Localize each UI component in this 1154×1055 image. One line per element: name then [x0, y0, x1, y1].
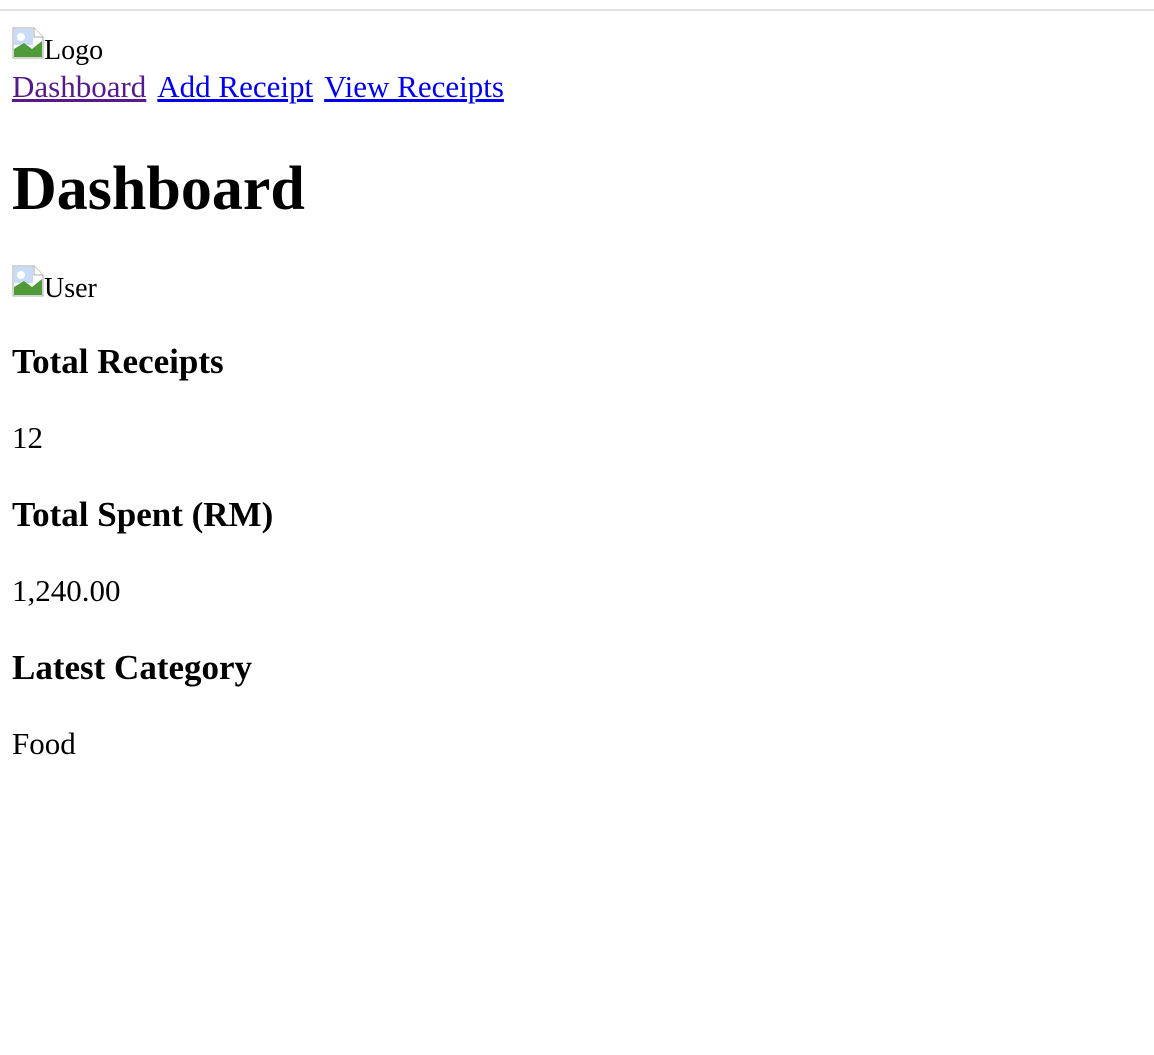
- window-top-border: [0, 9, 1154, 11]
- logo: Logo: [12, 27, 103, 66]
- avatar: User: [12, 265, 97, 304]
- stat-value: 1,240.00: [12, 573, 121, 608]
- avatar-alt-text: User: [44, 273, 97, 304]
- nav-link-dashboard[interactable]: Dashboard: [12, 69, 146, 104]
- main-nav: Dashboard Add Receipt View Receipts: [12, 67, 1142, 107]
- stat-value: 12: [12, 420, 43, 455]
- page-title: Dashboard: [12, 155, 305, 223]
- broken-image-icon: [12, 265, 44, 297]
- nav-link-view-receipts[interactable]: View Receipts: [324, 69, 504, 104]
- stat-value: Food: [12, 726, 76, 761]
- broken-image-icon: [12, 27, 44, 59]
- logo-alt-text: Logo: [44, 35, 104, 66]
- stat-total-spent: Total Spent (RM) 1,240.00: [12, 494, 1142, 610]
- stat-label: Latest Category: [12, 648, 253, 687]
- stat-label: Total Receipts: [12, 342, 224, 381]
- stat-latest-category: Latest Category Food: [12, 647, 1142, 763]
- nav-link-add-receipt[interactable]: Add Receipt: [157, 69, 313, 104]
- stat-label: Total Spent (RM): [12, 495, 274, 534]
- page-content: Logo Dashboard Add Receipt View Receipts…: [12, 27, 1142, 763]
- stat-total-receipts: Total Receipts 12: [12, 341, 1142, 457]
